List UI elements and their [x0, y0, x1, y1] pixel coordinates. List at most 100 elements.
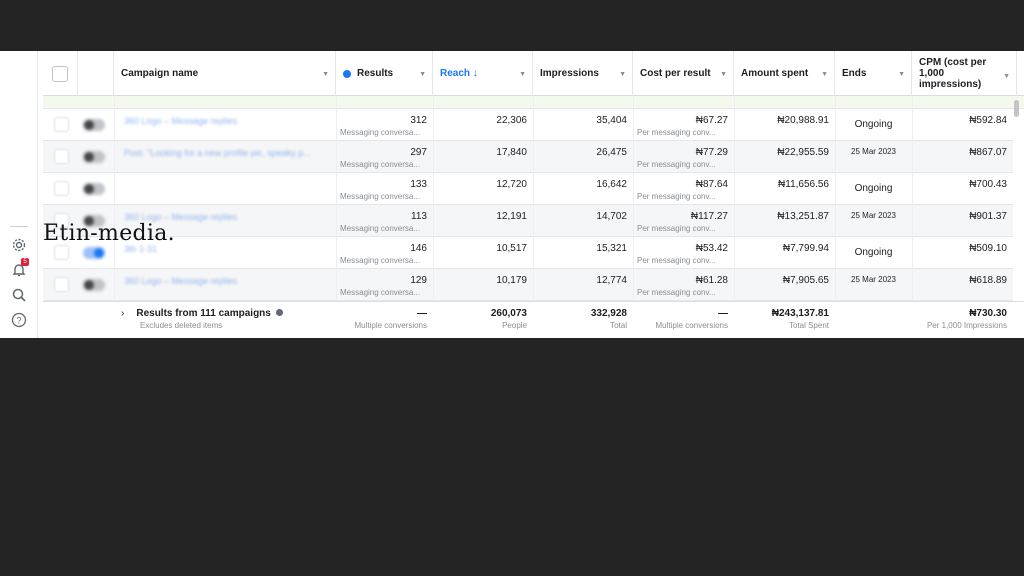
summary-label: Results from 111 campaigns — [136, 308, 271, 319]
cost-per-result-cell: ₦87.64 Per messaging conv... — [633, 173, 734, 205]
row-checkbox[interactable] — [54, 245, 69, 260]
select-all-checkbox[interactable] — [52, 65, 68, 82]
campaigns-table: Campaign name ▼ Results ▼ Reach ↓ ▼ Impress… — [43, 51, 1024, 338]
value-sub: Messaging conversa... — [340, 160, 421, 169]
value: ₦67.27 — [695, 115, 728, 126]
campaign-toggle[interactable] — [83, 151, 105, 163]
summary-impressions: 332,928 Total — [533, 302, 633, 338]
campaign-toggle[interactable] — [83, 279, 105, 291]
impressions-cell: 26,475 — [533, 141, 633, 173]
table-row[interactable]: 3th 1-31 146 Messaging conversa... 10,517 15… — [43, 237, 1013, 269]
impressions-cell: 16,642 — [533, 173, 633, 205]
value: — — [718, 308, 728, 319]
table-header: Campaign name ▼ Results ▼ Reach ↓ ▼ Impress… — [43, 51, 1024, 96]
cost-per-result-cell: ₦117.27 Per messaging conv... — [633, 205, 734, 237]
results-cell: 297 Messaging conversa... — [336, 141, 433, 173]
summary-amount-spent: ₦243,137.81 Total Spent — [734, 302, 835, 338]
campaign-toggle[interactable] — [83, 183, 105, 195]
value: ₦7,905.65 — [782, 275, 829, 286]
value-sub: Total Spent — [788, 321, 829, 330]
cost-per-result-cell: ₦53.42 Per messaging conv... — [633, 237, 734, 269]
ads-manager-panel: 5 ? Campaign name ▼ Results ▼ Reach ↓ ▼ Imp… — [0, 51, 1024, 338]
header-label: Amount spent — [741, 68, 809, 79]
value: 129 — [410, 275, 427, 286]
value: ₦700.43 — [969, 179, 1007, 190]
header-ends[interactable]: Ends ▼ — [835, 51, 912, 96]
value: ₦13,251.87 — [777, 211, 829, 222]
help-icon[interactable]: ? — [11, 312, 27, 328]
value: — — [417, 308, 427, 319]
campaign-name-link[interactable]: 360 Logo – Message replies — [114, 109, 336, 141]
value: 16,642 — [596, 179, 627, 190]
header-impressions[interactable]: Impressions ▼ — [533, 51, 633, 96]
value: ₦618.89 — [969, 275, 1007, 286]
cpm-cell: ₦618.89 — [912, 269, 1013, 301]
value: 17,840 — [496, 147, 527, 158]
vertical-scrollbar[interactable] — [1013, 100, 1020, 300]
reach-cell: 12,720 — [433, 173, 533, 205]
table-row[interactable]: Post: "Looking for a new profile pic, sp… — [43, 141, 1013, 173]
value-sub: Multiple conversions — [354, 321, 427, 330]
cpm-cell: ₦592.84 — [912, 109, 1013, 141]
search-icon[interactable] — [11, 287, 27, 303]
cpm-cell: ₦901.37 — [912, 205, 1013, 237]
summary-row: › Results from 111 campaigns Excludes del… — [43, 301, 1024, 338]
value: 35,404 — [596, 115, 627, 126]
value: 12,191 — [496, 211, 527, 222]
impressions-cell: 15,321 — [533, 237, 633, 269]
header-label: Results — [357, 68, 394, 79]
value-sub: Per messaging conv... — [637, 160, 716, 169]
campaign-name-link[interactable]: Post: "Looking for a new profile pic, sp… — [114, 141, 336, 173]
header-results[interactable]: Results ▼ — [336, 51, 433, 96]
expand-chevron-icon[interactable]: › — [121, 308, 124, 319]
header-campaign-name[interactable]: Campaign name ▼ — [114, 51, 336, 96]
select-all-cell — [43, 51, 78, 96]
campaign-toggle[interactable] — [83, 119, 105, 131]
header-label: Cost per result — [640, 68, 711, 79]
table-row[interactable]: 360 Logo – Message replies 113 Messaging c… — [43, 205, 1013, 237]
header-cpm[interactable]: CPM (cost per 1,000 impressions) ▼ — [912, 51, 1017, 96]
row-checkbox[interactable] — [54, 117, 69, 132]
header-amount-spent[interactable]: Amount spent ▼ — [734, 51, 835, 96]
results-cell: 312 Messaging conversa... — [336, 109, 433, 141]
value: 22,306 — [496, 115, 527, 126]
value: 10,179 — [496, 275, 527, 286]
amount-spent-cell: ₦11,656.56 — [734, 173, 835, 205]
row-checkbox[interactable] — [54, 277, 69, 292]
value-sub: Per messaging conv... — [637, 224, 716, 233]
amount-spent-cell: ₦13,251.87 — [734, 205, 835, 237]
reach-cell: 10,179 — [433, 269, 533, 301]
scrollbar-thumb[interactable] — [1014, 100, 1019, 117]
value: ₦509.10 — [969, 243, 1007, 254]
header-label: Ends — [842, 68, 867, 79]
table-row[interactable]: 360 Logo – Message replies 129 Messaging c… — [43, 269, 1013, 301]
sort-caret-icon: ▼ — [619, 71, 626, 78]
row-checkbox[interactable] — [54, 149, 69, 164]
summary-cost-per-result: — Multiple conversions — [633, 302, 734, 338]
value: 14,702 — [596, 211, 627, 222]
results-cell: 113 Messaging conversa... — [336, 205, 433, 237]
table-row[interactable]: 360 Logo – Message replies 312 Messaging c… — [43, 109, 1013, 141]
cpm-cell: ₦509.10 — [912, 237, 1013, 269]
cpm-cell: ₦867.07 — [912, 141, 1013, 173]
value: ₦117.27 — [690, 211, 728, 222]
cost-per-result-cell: ₦67.27 Per messaging conv... — [633, 109, 734, 141]
summary-label-cell[interactable]: › Results from 111 campaigns Excludes del… — [121, 302, 336, 338]
results-cell: 133 Messaging conversa... — [336, 173, 433, 205]
value: 332,928 — [590, 308, 627, 319]
gear-icon[interactable] — [11, 237, 27, 253]
value-sub: Per messaging conv... — [637, 192, 716, 201]
row-checkbox[interactable] — [54, 181, 69, 196]
sort-caret-icon: ▼ — [519, 71, 526, 78]
value: ₦592.84 — [969, 115, 1007, 126]
campaign-name-link[interactable]: 360 Logo – Message replies — [114, 269, 336, 301]
value: ₦22,955.59 — [777, 147, 829, 158]
header-cost-per-result[interactable]: Cost per result ▼ — [633, 51, 734, 96]
campaign-toggle[interactable] — [83, 247, 105, 259]
table-row[interactable]: 133 Messaging conversa... 12,720 16,642 ₦87.… — [43, 173, 1013, 205]
reach-cell: 22,306 — [433, 109, 533, 141]
value-sub: Per messaging conv... — [637, 128, 716, 137]
header-reach[interactable]: Reach ↓ ▼ — [433, 51, 533, 96]
header-label: Campaign name — [121, 68, 199, 79]
campaign-name-link[interactable] — [114, 173, 336, 205]
